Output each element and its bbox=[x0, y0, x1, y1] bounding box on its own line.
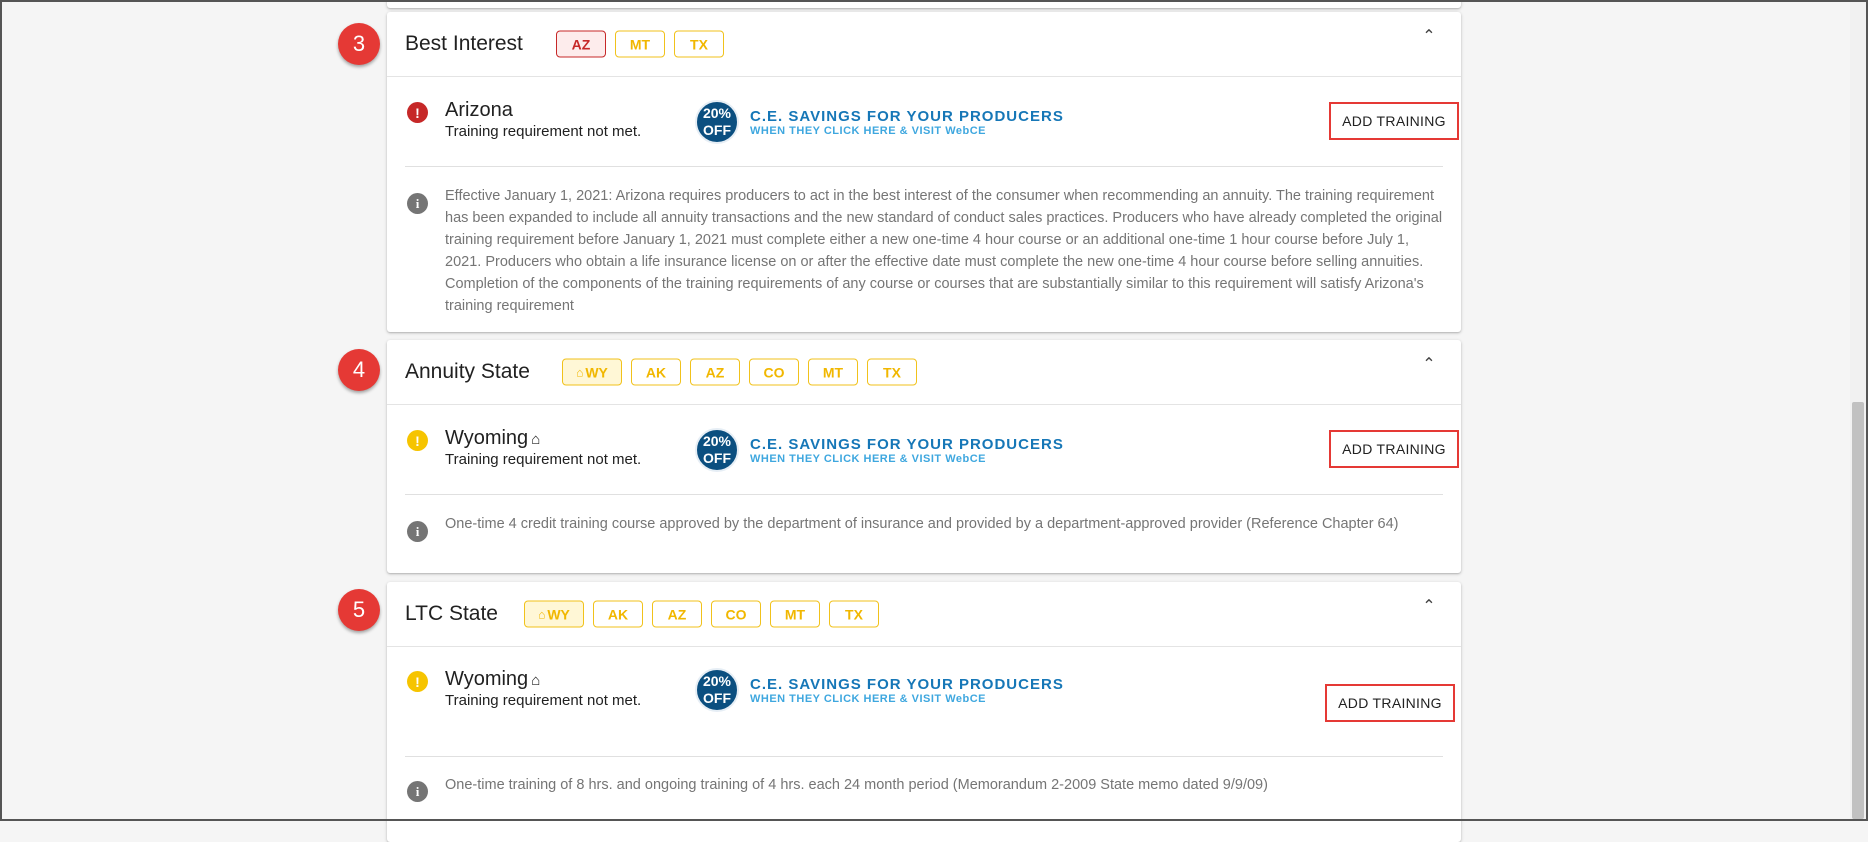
home-icon: ⌂ bbox=[531, 431, 541, 448]
state-chip-tx[interactable]: TX bbox=[674, 30, 724, 58]
requirement-row: ! Wyoming ⌂ Training requirement not met.… bbox=[405, 405, 1459, 495]
promo-link[interactable]: 20% OFF C.E. SAVINGS FOR YOUR PRODUCERS … bbox=[695, 100, 1064, 144]
step-marker-5: 5 bbox=[338, 589, 380, 631]
status-message: Training requirement not met. bbox=[445, 692, 642, 709]
scrollbar-thumb[interactable] bbox=[1852, 402, 1864, 819]
info-text: One-time training of 8 hrs. and ongoing … bbox=[445, 777, 1268, 793]
state-chips: ⌂ WY AK AZ CO MT TX bbox=[562, 358, 917, 386]
requirement-row: ! Arizona Training requirement not met. … bbox=[405, 77, 1459, 167]
promo-title: C.E. SAVINGS FOR YOUR PRODUCERS bbox=[750, 675, 1064, 693]
step-marker-4: 4 bbox=[338, 349, 380, 391]
promo-subtitle: WHEN THEY CLICK HERE & VISIT WebCE bbox=[750, 692, 987, 705]
section-title: LTC State bbox=[405, 602, 498, 625]
chip-label: WY bbox=[585, 364, 608, 380]
promo-title: C.E. SAVINGS FOR YOUR PRODUCERS bbox=[750, 107, 1064, 125]
badge-percent: 20% bbox=[702, 673, 732, 689]
info-icon: i bbox=[407, 781, 428, 802]
section-header[interactable]: Best Interest AZ MT TX ⌃ bbox=[387, 12, 1461, 77]
state-chip-tx[interactable]: TX bbox=[867, 358, 917, 386]
state-chip-co[interactable]: CO bbox=[711, 600, 761, 628]
home-icon: ⌂ bbox=[531, 672, 541, 689]
info-text: One-time 4 credit training course approv… bbox=[445, 516, 1399, 532]
state-chip-mt[interactable]: MT bbox=[808, 358, 858, 386]
badge-percent: 20% bbox=[702, 433, 732, 449]
state-chip-az[interactable]: AZ bbox=[690, 358, 740, 386]
status-message: Training requirement not met. bbox=[445, 451, 642, 468]
step-marker-3: 3 bbox=[338, 23, 380, 65]
section-header[interactable]: LTC State ⌂ WY AK AZ CO MT TX ⌃ bbox=[387, 582, 1461, 647]
info-icon: i bbox=[407, 521, 428, 542]
add-training-button[interactable]: ADD TRAINING bbox=[1325, 684, 1455, 722]
promo-link[interactable]: 20% OFF C.E. SAVINGS FOR YOUR PRODUCERS … bbox=[695, 668, 1064, 712]
chip-label: WY bbox=[547, 606, 570, 622]
error-icon: ! bbox=[407, 102, 428, 123]
badge-percent: 20% bbox=[702, 105, 732, 121]
promo-text: C.E. SAVINGS FOR YOUR PRODUCERS WHEN THE… bbox=[750, 108, 1064, 137]
info-text: Effective January 1, 2021: Arizona requi… bbox=[445, 188, 1443, 314]
state-chip-ak[interactable]: AK bbox=[593, 600, 643, 628]
requirement-row: ! Wyoming ⌂ Training requirement not met.… bbox=[405, 647, 1455, 757]
section-card-ltc-state: LTC State ⌂ WY AK AZ CO MT TX ⌃ ! Wyoming… bbox=[387, 582, 1461, 842]
state-chip-tx[interactable]: TX bbox=[829, 600, 879, 628]
section-card-best-interest: Best Interest AZ MT TX ⌃ ! Arizona Train… bbox=[387, 12, 1461, 332]
promo-link[interactable]: 20% OFF C.E. SAVINGS FOR YOUR PRODUCERS … bbox=[695, 428, 1064, 472]
discount-badge: 20% OFF bbox=[695, 668, 739, 712]
discount-badge: 20% OFF bbox=[695, 428, 739, 472]
add-training-button[interactable]: ADD TRAINING bbox=[1329, 102, 1459, 140]
state-chip-az[interactable]: AZ bbox=[652, 600, 702, 628]
state-chip-az[interactable]: AZ bbox=[556, 30, 606, 58]
state-chip-mt[interactable]: MT bbox=[615, 30, 665, 58]
section-header[interactable]: Annuity State ⌂ WY AK AZ CO MT TX ⌃ bbox=[387, 340, 1461, 405]
chevron-up-icon[interactable]: ⌃ bbox=[1419, 26, 1439, 46]
add-training-button[interactable]: ADD TRAINING bbox=[1329, 430, 1459, 468]
discount-badge: 20% OFF bbox=[695, 100, 739, 144]
chevron-up-icon[interactable]: ⌃ bbox=[1419, 596, 1439, 616]
badge-off: OFF bbox=[703, 122, 731, 138]
state-chips: AZ MT TX bbox=[556, 30, 724, 58]
home-icon: ⌂ bbox=[538, 607, 546, 621]
warning-icon: ! bbox=[407, 430, 428, 451]
state-chip-mt[interactable]: MT bbox=[770, 600, 820, 628]
state-chip-co[interactable]: CO bbox=[749, 358, 799, 386]
state-chip-ak[interactable]: AK bbox=[631, 358, 681, 386]
badge-off: OFF bbox=[703, 690, 731, 706]
promo-subtitle: WHEN THEY CLICK HERE & VISIT WebCE bbox=[750, 452, 987, 465]
promo-text: C.E. SAVINGS FOR YOUR PRODUCERS WHEN THE… bbox=[750, 436, 1064, 465]
home-icon: ⌂ bbox=[576, 365, 584, 379]
section-title: Best Interest bbox=[405, 32, 523, 55]
promo-subtitle: WHEN THEY CLICK HERE & VISIT WebCE bbox=[750, 124, 987, 137]
status-message: Training requirement not met. bbox=[445, 123, 642, 140]
badge-off: OFF bbox=[703, 450, 731, 466]
state-chips: ⌂ WY AK AZ CO MT TX bbox=[524, 600, 879, 628]
info-icon: i bbox=[407, 193, 428, 214]
promo-title: C.E. SAVINGS FOR YOUR PRODUCERS bbox=[750, 435, 1064, 453]
section-title: Annuity State bbox=[405, 360, 530, 383]
state-name: Arizona bbox=[445, 99, 513, 121]
chevron-up-icon[interactable]: ⌃ bbox=[1419, 354, 1439, 374]
state-label: Wyoming bbox=[445, 668, 529, 690]
warning-icon: ! bbox=[407, 671, 428, 692]
state-chip-wy-home[interactable]: ⌂ WY bbox=[562, 358, 622, 386]
section-card-annuity-state: Annuity State ⌂ WY AK AZ CO MT TX ⌃ ! Wyo… bbox=[387, 340, 1461, 573]
state-chip-wy-home[interactable]: ⌂ WY bbox=[524, 600, 584, 628]
state-label: Wyoming bbox=[445, 427, 529, 449]
promo-text: C.E. SAVINGS FOR YOUR PRODUCERS WHEN THE… bbox=[750, 676, 1064, 705]
state-name: Wyoming ⌂ bbox=[445, 427, 540, 450]
previous-card-edge bbox=[387, 0, 1461, 8]
state-name: Wyoming ⌂ bbox=[445, 668, 540, 691]
